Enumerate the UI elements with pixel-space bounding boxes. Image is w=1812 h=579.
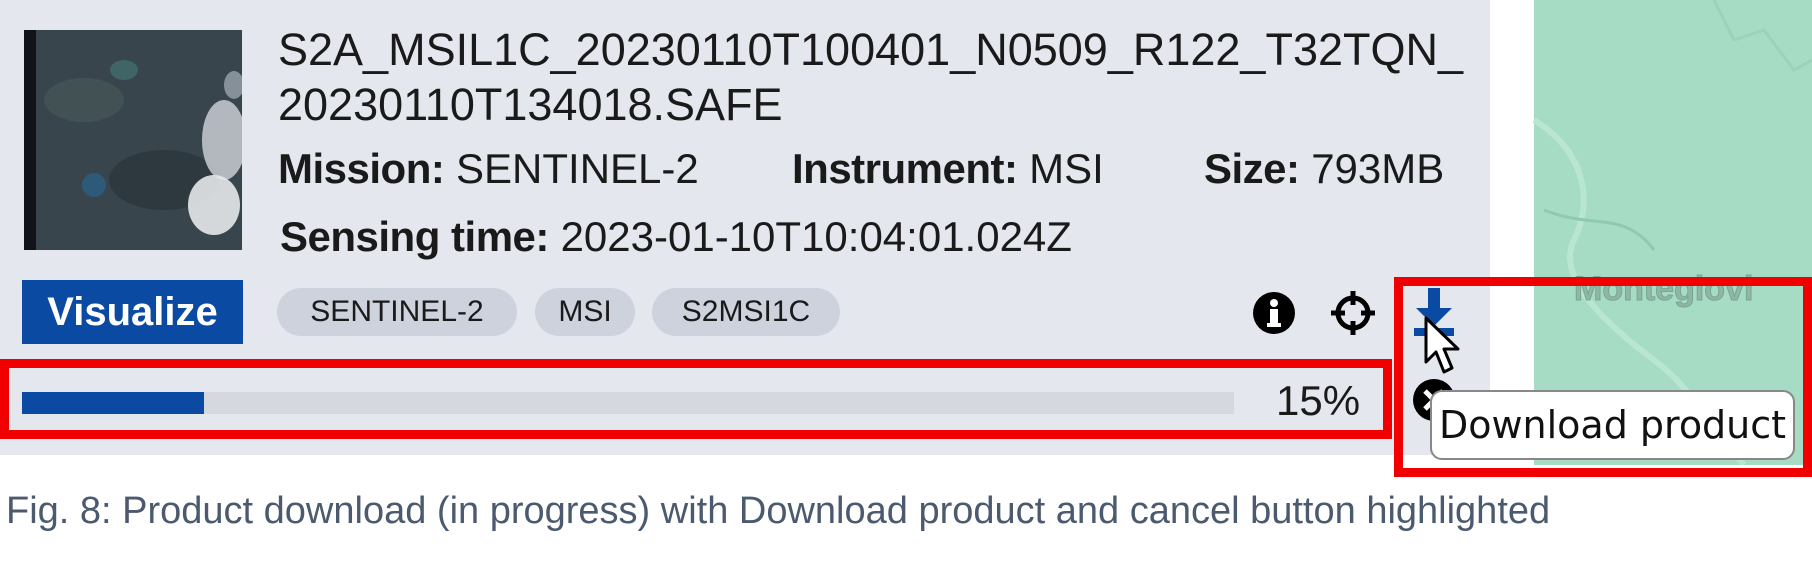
mission-field: Mission: SENTINEL-2 [278,144,699,194]
visualize-button[interactable]: Visualize [22,280,243,344]
figure-caption: Fig. 8: Product download (in progress) w… [6,490,1551,532]
progress-highlight-box [0,359,1392,439]
mission-label: Mission: [278,145,445,192]
crosshair-icon-glyph [1331,291,1375,335]
tag-chip: MSI [535,288,635,336]
sensing-time-value: 2023-01-10T10:04:01.024Z [560,213,1072,260]
sensing-time-label: Sensing time: [280,213,549,260]
info-icon[interactable] [1252,291,1296,340]
product-thumbnail[interactable] [24,30,242,250]
size-label: Size: [1204,145,1300,192]
instrument-label: Instrument: [792,145,1018,192]
crosshair-icon[interactable] [1330,290,1376,341]
size-field: Size: 793MB [1204,144,1444,194]
instrument-value: MSI [1029,145,1104,192]
product-title: S2A_MSIL1C_20230110T100401_N0509_R122_T3… [278,24,1464,130]
thumbnail-image [24,30,242,250]
instrument-field: Instrument: MSI [792,144,1104,194]
info-icon-glyph [1253,292,1295,334]
sensing-time-field: Sensing time: 2023-01-10T10:04:01.024Z [280,212,1072,262]
download-highlight-box [1394,277,1812,477]
tag-chip: SENTINEL-2 [277,288,517,336]
tag-chip: S2MSI1C [652,288,840,336]
size-value: 793MB [1311,145,1445,192]
mission-value: SENTINEL-2 [456,145,699,192]
